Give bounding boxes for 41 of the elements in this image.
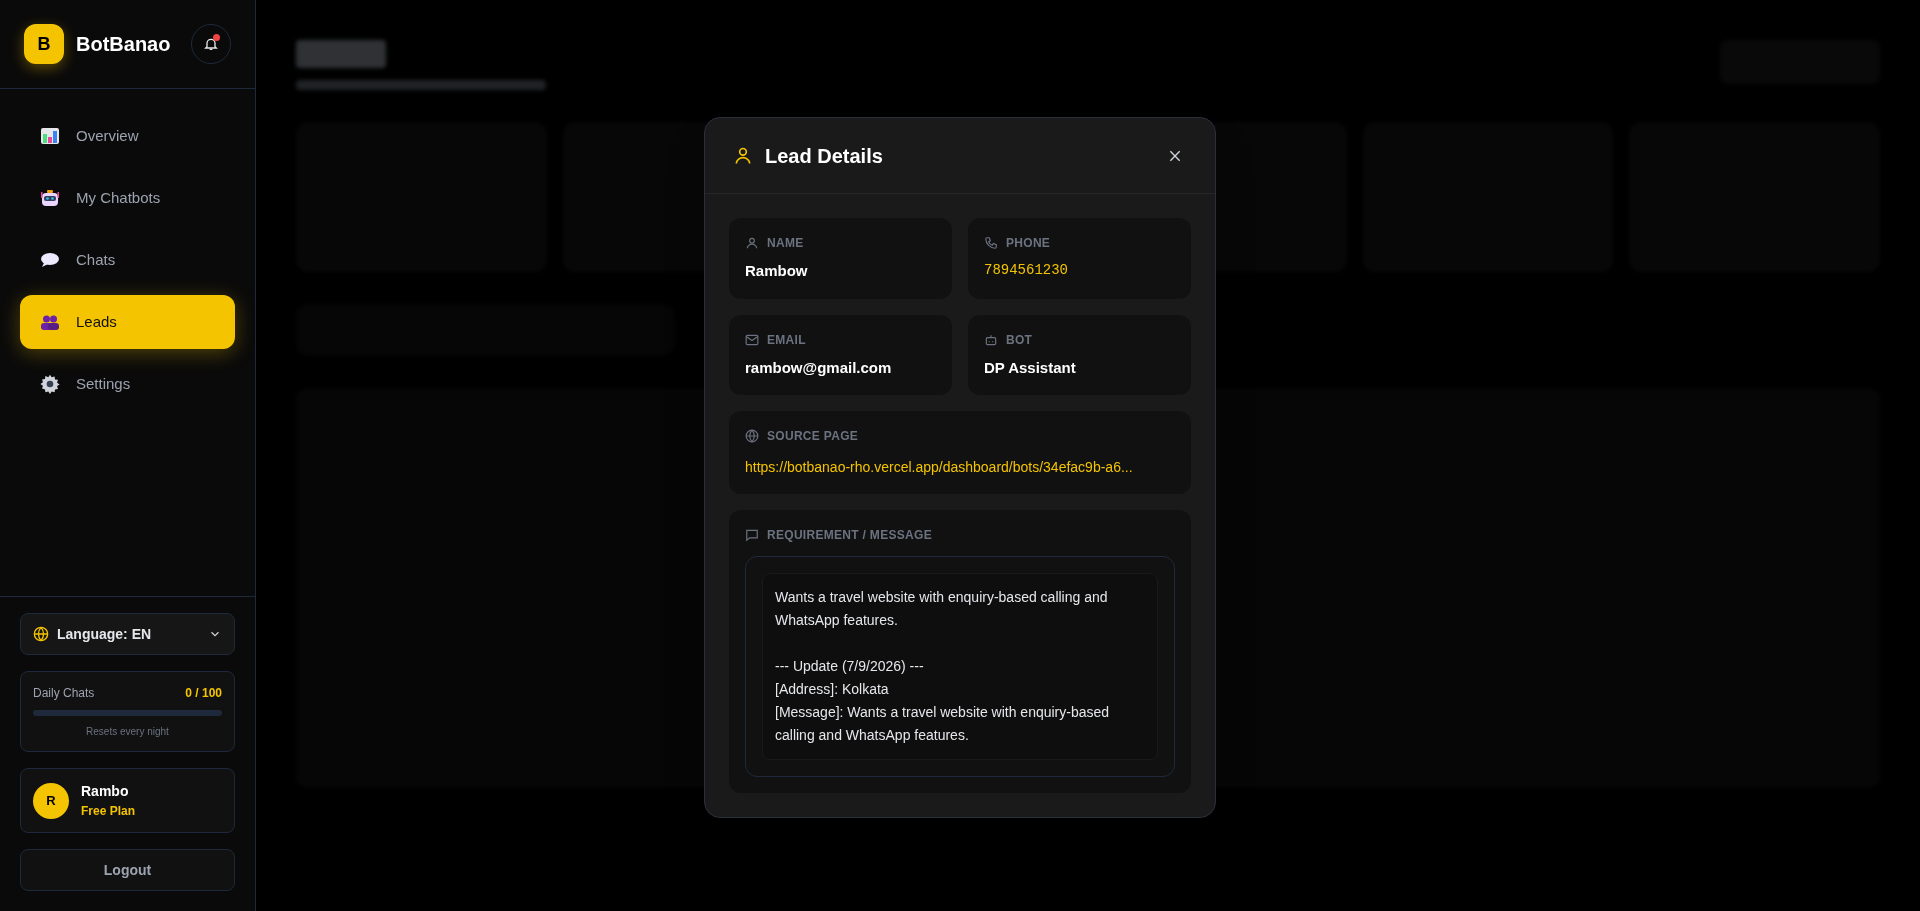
dialog-title: Lead Details bbox=[765, 143, 883, 169]
message-text: Wants a travel website with enquiry-based calling and WhatsApp features. --- Update (7/9/2026) --- [Address]: Kolkata [Message]: Wants a travel website with enquiry-based calling and WhatsApp features. bbox=[762, 573, 1158, 760]
field-value: 7894561230 bbox=[984, 261, 1069, 280]
nav-item[interactable]: Settings bbox=[20, 357, 235, 411]
robot-icon bbox=[40, 188, 60, 208]
field-value: rambow@gmail.com bbox=[745, 357, 893, 378]
globe-icon bbox=[33, 626, 49, 642]
field-value: Rambow bbox=[745, 261, 809, 281]
envelope-icon bbox=[745, 332, 759, 347]
bar-chart-icon bbox=[40, 126, 60, 146]
logout-button[interactable]: Logout bbox=[20, 849, 235, 891]
field-value: https://botbanao-rho.vercel.app/dashboard/bots/34efac9b-a6... bbox=[745, 458, 1134, 477]
user-name: Rambo bbox=[81, 782, 130, 801]
usage-count: 0 / 100 bbox=[185, 685, 222, 702]
usage-note: Resets every night bbox=[85, 725, 170, 739]
bell-icon bbox=[203, 36, 219, 52]
phone-icon bbox=[984, 236, 998, 250]
speech-bubble-icon bbox=[40, 250, 60, 270]
field-label: REQUIREMENT / MESSAGE bbox=[767, 527, 932, 544]
field-label: BOT bbox=[1006, 331, 1033, 349]
field-value: DP Assistant bbox=[984, 357, 1077, 378]
globe-icon bbox=[745, 429, 759, 443]
field-label: NAME bbox=[767, 235, 804, 252]
gear-icon bbox=[40, 374, 60, 394]
language-dropdown[interactable]: Language: EN bbox=[20, 613, 235, 655]
user-avatar: R bbox=[33, 782, 69, 819]
speech-bubble-icon bbox=[745, 528, 759, 542]
robot-icon bbox=[984, 332, 998, 347]
usage-label: Daily Chats bbox=[33, 685, 95, 702]
nav-item[interactable]: Chats bbox=[20, 233, 235, 287]
person-icon bbox=[745, 236, 759, 250]
field-label: PHONE bbox=[1006, 235, 1051, 252]
field-label: SOURCE PAGE bbox=[767, 428, 859, 445]
field-label: EMAIL bbox=[767, 331, 806, 349]
nav-item[interactable]: My Chatbots bbox=[20, 171, 235, 225]
person-icon bbox=[733, 145, 753, 166]
nav-item[interactable]: Leads bbox=[20, 295, 235, 349]
plan-label: Free Plan bbox=[81, 803, 136, 820]
nav-item[interactable]: Overview bbox=[20, 109, 235, 163]
brand-name: BotBanao bbox=[76, 32, 171, 57]
logo-badge: B bbox=[24, 24, 64, 64]
